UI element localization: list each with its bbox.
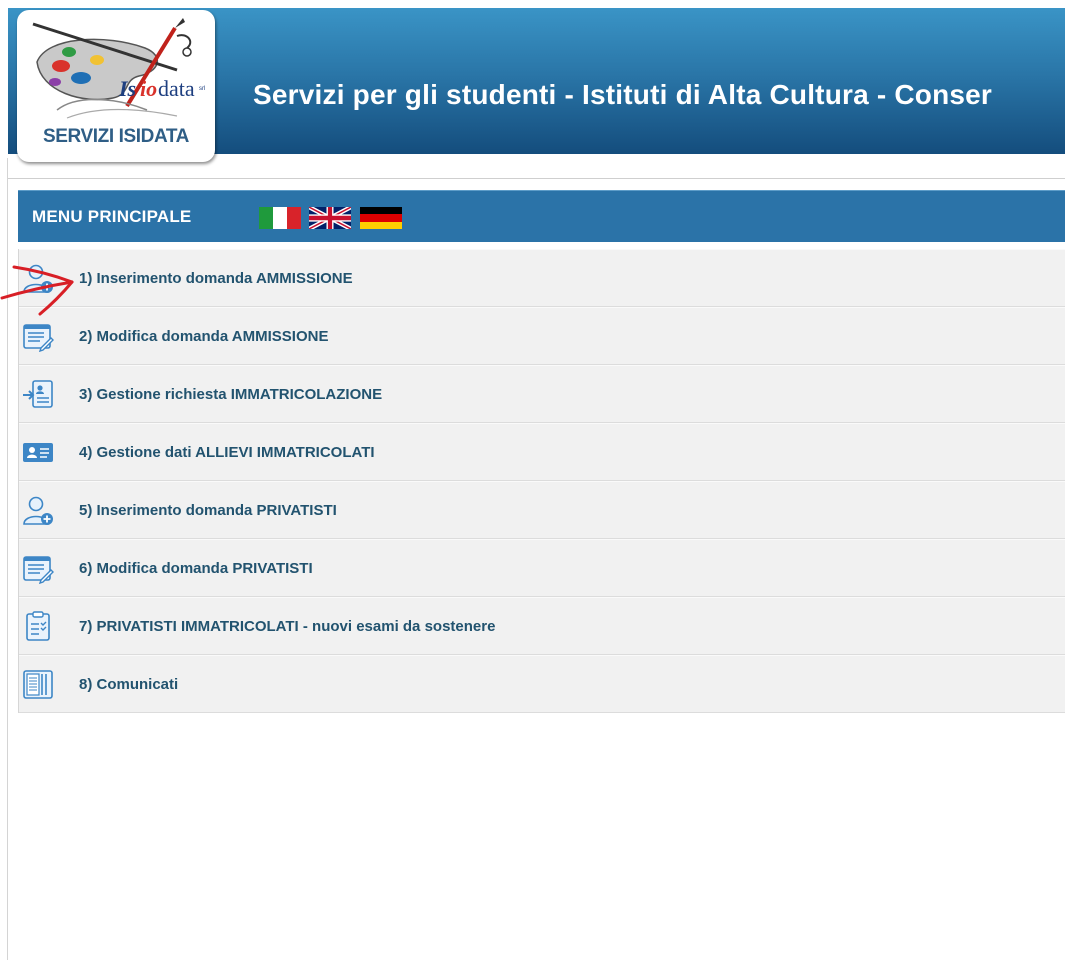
menu-item-label: 3) Gestione richiesta IMMATRICOLAZIONE bbox=[79, 386, 383, 403]
menu-item-inserimento-privatisti[interactable]: 5) Inserimento domanda PRIVATISTI bbox=[19, 481, 1065, 539]
id-card-icon bbox=[23, 443, 53, 462]
menu-item-gestione-allievi[interactable]: 4) Gestione dati ALLIEVI IMMATRICOLATI bbox=[19, 423, 1065, 481]
main-menu-header: MENU PRINCIPALE bbox=[18, 190, 1065, 242]
logo-label: SERVIZI ISIDATA bbox=[42, 126, 190, 147]
menu-item-inserimento-ammissione[interactable]: 1) Inserimento domanda AMMISSIONE bbox=[19, 249, 1065, 307]
newspaper-icon bbox=[23, 670, 53, 699]
red-arrow-annotation bbox=[0, 265, 74, 316]
menu-item-label: 1) Inserimento domanda AMMISSIONE bbox=[79, 270, 353, 287]
menu-item-label: 4) Gestione dati ALLIEVI IMMATRICOLATI bbox=[79, 444, 375, 461]
menu-item-label: 8) Comunicati bbox=[79, 676, 179, 693]
page-title: Servizi per gli studenti - Istituti di A… bbox=[253, 79, 993, 110]
menu-item-comunicati[interactable]: 8) Comunicati bbox=[19, 655, 1065, 713]
menu-item-label: 6) Modifica domanda PRIVATISTI bbox=[79, 560, 313, 577]
uk-flag-icon[interactable] bbox=[309, 207, 351, 229]
user-add-icon bbox=[23, 496, 53, 525]
svg-text:io: io bbox=[140, 76, 157, 101]
edit-form-icon bbox=[23, 324, 54, 352]
svg-text:Is: Is bbox=[118, 76, 136, 101]
menu-item-modifica-privatisti[interactable]: 6) Modifica domanda PRIVATISTI bbox=[19, 539, 1065, 597]
menu-item-label: 7) PRIVATISTI IMMATRICOLATI - nuovi esam… bbox=[79, 618, 496, 635]
servizi-isidata-logo[interactable]: Is io data srl SERVIZI ISIDATA bbox=[17, 10, 215, 162]
main-menu-list: 1) Inserimento domanda AMMISSIONE 2) Mod… bbox=[18, 249, 1065, 713]
header-divider bbox=[8, 178, 1065, 179]
clipboard-checklist-icon bbox=[26, 611, 50, 641]
menu-item-privatisti-esami[interactable]: 7) PRIVATISTI IMMATRICOLATI - nuovi esam… bbox=[19, 597, 1065, 655]
german-flag-icon[interactable] bbox=[360, 207, 402, 229]
menu-item-label: 5) Inserimento domanda PRIVATISTI bbox=[79, 502, 337, 519]
italian-flag-icon[interactable] bbox=[259, 207, 301, 229]
svg-text:srl: srl bbox=[199, 86, 205, 92]
menu-item-modifica-ammissione[interactable]: 2) Modifica domanda AMMISSIONE bbox=[19, 307, 1065, 365]
main-menu-title: MENU PRINCIPALE bbox=[32, 207, 192, 226]
svg-text:data: data bbox=[158, 76, 195, 101]
isidata-palette-logo-icon: Is io data srl bbox=[32, 18, 205, 119]
menu-item-label: 2) Modifica domanda AMMISSIONE bbox=[79, 328, 329, 345]
edit-form-icon bbox=[23, 556, 54, 584]
menu-item-gestione-immatricolazione[interactable]: 3) Gestione richiesta IMMATRICOLAZIONE bbox=[19, 365, 1065, 423]
import-contact-icon bbox=[23, 380, 53, 408]
